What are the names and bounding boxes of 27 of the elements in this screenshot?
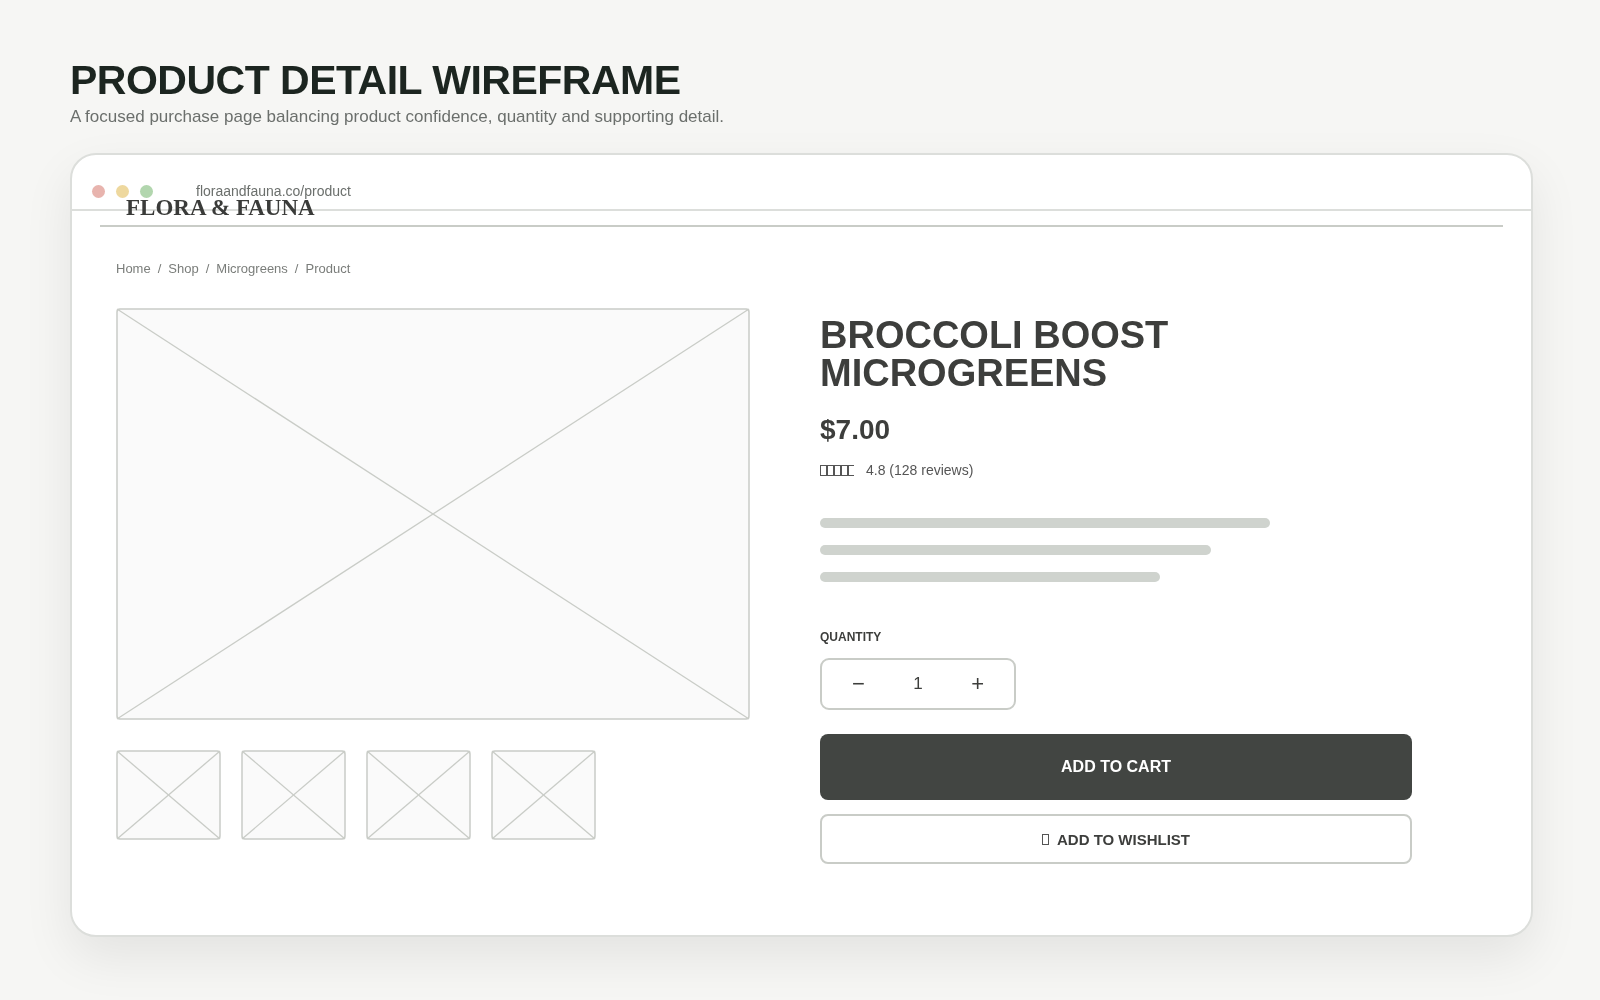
quantity-value: 1 <box>913 674 923 695</box>
breadcrumb-separator: / <box>157 261 162 277</box>
glyph-icon <box>1041 833 1049 845</box>
breadcrumb-link[interactable]: Product <box>305 261 351 277</box>
close-dot-icon[interactable] <box>92 184 105 198</box>
product-name: BROCCOLI BOOST MICROGREENS <box>820 316 1170 393</box>
breadcrumb-link[interactable]: Shop <box>168 261 199 277</box>
page-title: PRODUCT DETAIL WIREFRAME <box>70 58 682 104</box>
breadcrumb-separator: / <box>294 261 299 277</box>
breadcrumb-separator: / <box>205 261 210 277</box>
maximize-dot-icon[interactable] <box>140 184 153 198</box>
thumbnail[interactable] <box>366 750 471 841</box>
quantity-label: QUANTITY <box>820 630 883 645</box>
add-to-cart-button[interactable]: ADD TO CART <box>820 734 1412 801</box>
thumbnail[interactable] <box>116 750 221 841</box>
decrement-button[interactable]: − <box>852 671 865 698</box>
page-subtitle: A focused purchase page balancing product confidence, quantity and supporting detail. <box>70 107 726 128</box>
minimize-dot-icon[interactable] <box>116 184 129 198</box>
rating-text: 4.8 (128 reviews) <box>866 462 974 479</box>
thumbnail[interactable] <box>241 750 346 841</box>
thumbnail[interactable] <box>491 750 596 841</box>
breadcrumb-link[interactable]: Microgreens <box>216 261 288 277</box>
rating-glyphs-icon <box>820 464 854 476</box>
wishlist-button[interactable]: ADD TO WISHLIST <box>820 814 1412 865</box>
breadcrumb-link[interactable]: Home <box>116 261 151 277</box>
product-price: $7.00 <box>820 414 892 447</box>
increment-button[interactable]: + <box>971 671 984 698</box>
